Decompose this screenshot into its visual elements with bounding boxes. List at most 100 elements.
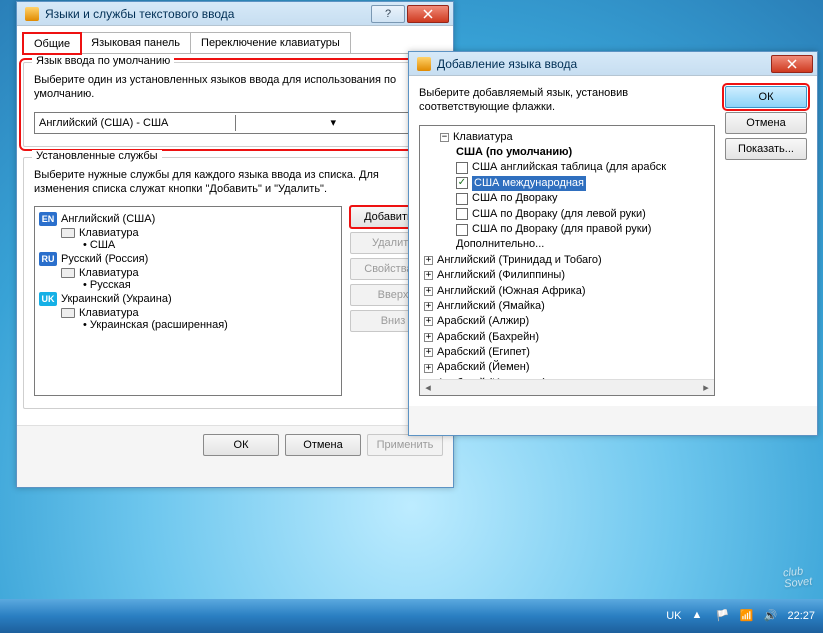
show-button[interactable]: Показать... <box>725 138 807 160</box>
horizontal-scrollbar[interactable]: ◂ ▸ <box>420 379 714 395</box>
tree-node-language[interactable]: + Арабский (Египет) <box>424 345 710 360</box>
dialog-desc: Выберите добавляемый язык, установив соо… <box>419 86 715 115</box>
keyboard-subitem[interactable]: Клавиатура <box>39 227 337 239</box>
tree-node-language[interactable]: +Английский (Южная Африка) <box>424 284 710 299</box>
node-label: Арабский (Бахрейн) <box>437 330 539 345</box>
language-tree[interactable]: −КлавиатураСША (по умолчанию)США английс… <box>419 125 715 397</box>
node-label: США по Двораку (для левой руки) <box>472 207 646 222</box>
tree-node-language[interactable]: +Английский (Филиппины) <box>424 268 710 283</box>
taskbar[interactable]: UK ▲ 🏳️ 📶 🔊 22:27 <box>0 599 823 633</box>
tree-node-keyboard[interactable]: −Клавиатура <box>424 130 710 145</box>
node-label: США по Двораку (для правой руки) <box>472 222 651 237</box>
checkbox[interactable] <box>456 208 468 220</box>
node-label: Арабский (Египет) <box>437 345 530 360</box>
tree-node-language[interactable]: + Английский (Ямайка) <box>424 299 710 314</box>
tree-node-layout[interactable]: США по Двораку (для правой руки) <box>424 222 710 237</box>
lang-flag-icon: RU <box>39 252 57 266</box>
node-label: Английский (Ямайка) <box>437 299 545 314</box>
checkbox[interactable] <box>456 193 468 205</box>
node-label: США по Двораку <box>472 191 558 206</box>
language-item[interactable]: RUРусский (Россия) <box>39 251 337 267</box>
tab-language-bar[interactable]: Языковая панель <box>80 32 191 53</box>
collapse-icon[interactable]: − <box>440 133 449 142</box>
tree-node-language[interactable]: + Английский (Тринидад и Тобаго) <box>424 253 710 268</box>
language-item[interactable]: UKУкраинский (Украина) <box>39 291 337 307</box>
window-body: Выберите добавляемый язык, установив соо… <box>409 76 817 406</box>
ok-button[interactable]: ОК <box>725 86 807 108</box>
node-label: Дополнительно... <box>456 237 544 252</box>
language-name: Английский (США) <box>61 213 155 225</box>
checkbox[interactable] <box>456 224 468 236</box>
close-button[interactable] <box>771 55 813 73</box>
tree-node-language[interactable]: + Арабский (Бахрейн) <box>424 330 710 345</box>
network-icon[interactable]: 📶 <box>739 609 753 623</box>
node-label: Английский (Тринидад и Тобаго) <box>437 253 602 268</box>
apply-button[interactable]: Применить <box>367 434 443 456</box>
installed-languages-tree[interactable]: ENАнглийский (США)Клавиатура• СШАRUРусск… <box>34 206 342 396</box>
expand-icon[interactable]: + <box>424 256 433 265</box>
dialog-buttons: ОК Отмена Применить <box>17 425 453 464</box>
expand-icon[interactable]: + <box>424 302 433 311</box>
expand-icon[interactable]: + <box>424 333 433 342</box>
window-body: Общие Языковая панель Переключение клави… <box>17 26 453 425</box>
window-title: Языки и службы текстового ввода <box>45 7 369 21</box>
cancel-button[interactable]: Отмена <box>285 434 361 456</box>
tree-node-more[interactable]: Дополнительно... <box>424 237 710 252</box>
help-button[interactable]: ? <box>371 5 405 23</box>
sound-icon[interactable]: 🔊 <box>763 609 777 623</box>
titlebar[interactable]: Добавление языка ввода <box>409 52 817 76</box>
tree-node-layout[interactable]: США международная <box>424 176 710 191</box>
expand-icon[interactable]: + <box>424 317 433 326</box>
expand-icon[interactable]: + <box>424 364 433 373</box>
titlebar[interactable]: Языки и службы текстового ввода ? <box>17 2 453 26</box>
flag-icon[interactable]: 🏳️ <box>715 609 729 623</box>
cancel-button[interactable]: Отмена <box>725 112 807 134</box>
expand-icon[interactable]: + <box>424 287 433 296</box>
app-icon <box>25 7 39 21</box>
window-text-services: Языки и службы текстового ввода ? Общие … <box>16 1 454 488</box>
window-add-input-language: Добавление языка ввода Выберите добавляе… <box>408 51 818 436</box>
tree-node-default[interactable]: США (по умолчанию) <box>424 145 710 160</box>
group-desc: Выберите нужные службы для каждого языка… <box>34 168 436 197</box>
tree-node-layout[interactable]: США английская таблица (для арабск <box>424 160 710 175</box>
svg-text:?: ? <box>385 9 391 19</box>
select-value: Английский (США) - США <box>39 117 235 129</box>
lang-flag-icon: EN <box>39 212 57 226</box>
keyboard-subitem[interactable]: Клавиатура <box>39 267 337 279</box>
group-desc: Выберите один из установленных языков вв… <box>34 73 436 102</box>
language-tree-content: −КлавиатураСША (по умолчанию)США английс… <box>420 126 714 396</box>
clock[interactable]: 22:27 <box>787 610 815 622</box>
language-item[interactable]: EN Английский (США) <box>39 211 337 227</box>
node-label: США английская таблица (для арабск <box>472 160 666 175</box>
tab-switch-keyboard[interactable]: Переключение клавиатуры <box>190 32 351 53</box>
expand-icon[interactable]: + <box>424 271 433 280</box>
group-title: Язык ввода по умолчанию <box>32 55 174 67</box>
expand-icon[interactable]: + <box>424 348 433 357</box>
window-title: Добавление языка ввода <box>437 57 769 71</box>
scroll-left-icon[interactable]: ◂ <box>420 380 436 395</box>
tree-node-language[interactable]: +Арабский (Алжир) <box>424 314 710 329</box>
keyboard-subitem[interactable]: Клавиатура <box>39 307 337 319</box>
default-language-select[interactable]: Английский (США) - США ▾ <box>34 112 436 134</box>
keyboard-label: Клавиатура <box>79 267 139 279</box>
checkbox[interactable] <box>456 177 468 189</box>
checkbox[interactable] <box>456 162 468 174</box>
layout-item[interactable]: • Украинская (расширенная) <box>39 319 337 331</box>
scroll-track[interactable] <box>436 380 698 395</box>
tabstrip: Общие Языковая панель Переключение клави… <box>23 32 447 54</box>
close-button[interactable] <box>407 5 449 23</box>
tree-node-layout[interactable]: США по Двораку <box>424 191 710 206</box>
layout-item[interactable]: • Русская <box>39 279 337 291</box>
tray-icon[interactable]: ▲ <box>691 609 705 623</box>
tree-node-language[interactable]: +Арабский (Йемен) <box>424 360 710 375</box>
layout-item[interactable]: • США <box>39 239 337 251</box>
lang-indicator[interactable]: UK <box>666 610 681 622</box>
tab-general[interactable]: Общие <box>23 33 81 54</box>
scroll-right-icon[interactable]: ▸ <box>698 380 714 395</box>
language-name: Украинский (Украина) <box>61 293 172 305</box>
keyboard-icon <box>61 268 75 278</box>
side-buttons: ОК Отмена Показать... <box>725 86 807 396</box>
group-title: Установленные службы <box>32 150 162 162</box>
ok-button[interactable]: ОК <box>203 434 279 456</box>
tree-node-layout[interactable]: США по Двораку (для левой руки) <box>424 207 710 222</box>
